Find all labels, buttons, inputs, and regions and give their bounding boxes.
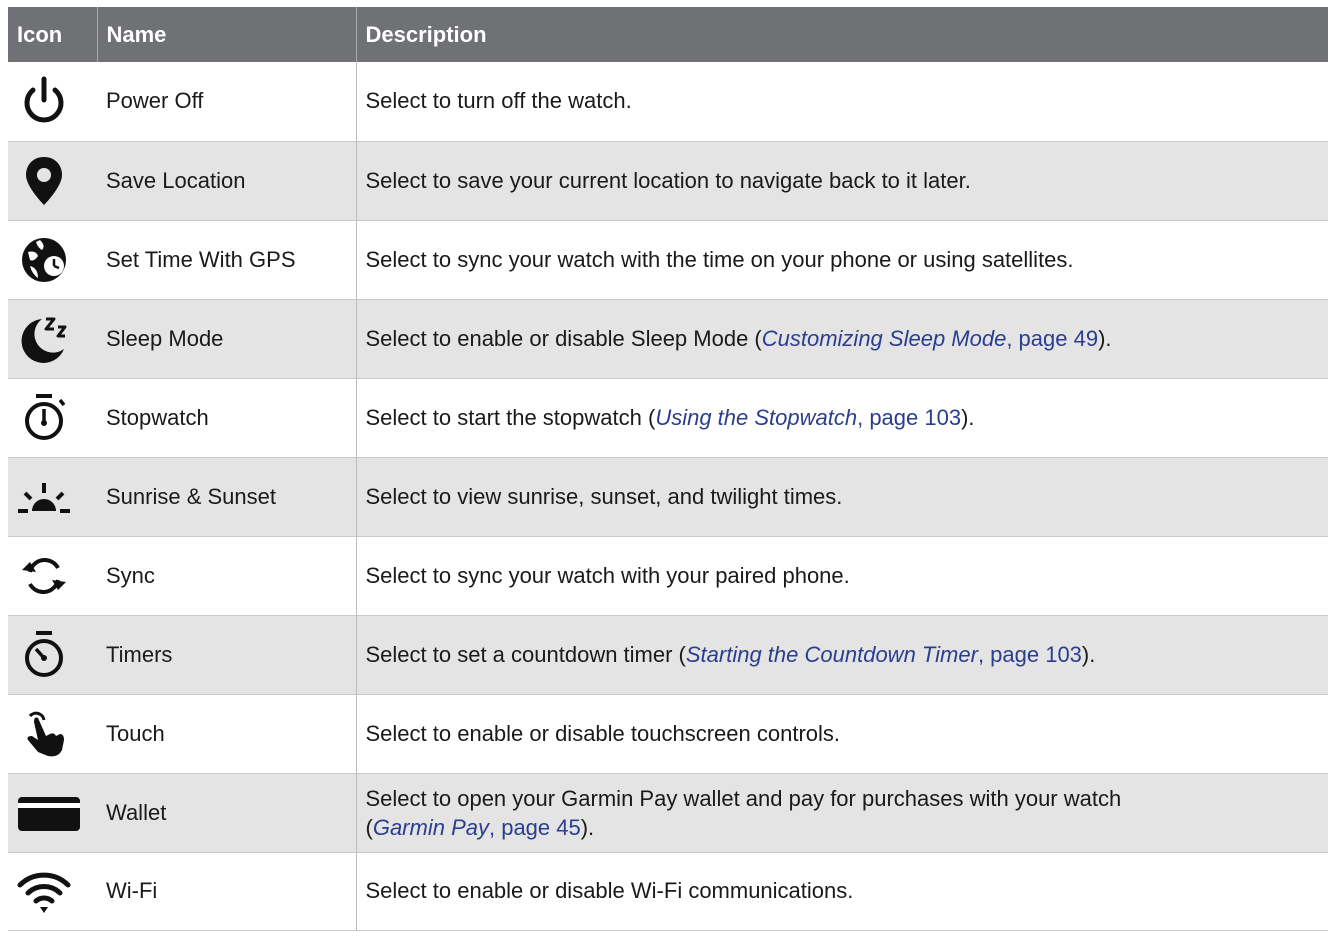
row-description: Select to start the stopwatch (Using the… <box>356 378 1328 458</box>
table-row: Sync Select to sync your watch with your… <box>8 536 1328 616</box>
page-reference-link[interactable]: Garmin Pay, page 45 <box>373 815 581 840</box>
row-description: Select to sync your watch with the time … <box>356 220 1328 300</box>
row-name: Save Location <box>97 141 357 221</box>
row-name: Wallet <box>97 773 357 853</box>
page-reference-link[interactable]: Customizing Sleep Mode, page 49 <box>762 326 1098 351</box>
row-name: Sync <box>97 536 357 616</box>
row-description: Select to enable or disable Wi-Fi commun… <box>356 852 1328 931</box>
globe-clock-icon <box>16 232 72 288</box>
table-row: Set Time With GPS Select to sync your wa… <box>8 220 1328 300</box>
row-name: Set Time With GPS <box>97 220 357 300</box>
row-name: Power Off <box>97 62 357 142</box>
row-description: Select to enable or disable Sleep Mode (… <box>356 299 1328 379</box>
table-row: Stopwatch Select to start the stopwatch … <box>8 378 1328 458</box>
row-description: Select to turn off the watch. <box>356 62 1328 142</box>
row-name: Sunrise & Sunset <box>97 457 357 537</box>
table-row: Save Location Select to save your curren… <box>8 141 1328 221</box>
page-reference-link[interactable]: Starting the Countdown Timer, page 103 <box>686 642 1082 667</box>
stopwatch-icon <box>16 390 72 446</box>
table-row: Timers Select to set a countdown timer (… <box>8 615 1328 695</box>
row-description: Select to view sunrise, sunset, and twil… <box>356 457 1328 537</box>
touch-hand-icon <box>16 706 72 762</box>
location-pin-icon <box>16 153 72 209</box>
sync-icon <box>16 548 72 604</box>
power-icon <box>16 73 72 129</box>
table-row: Power Off Select to turn off the watch. <box>8 62 1328 142</box>
row-description: Select to sync your watch with your pair… <box>356 536 1328 616</box>
header-description: Description <box>356 7 1328 62</box>
row-name: Sleep Mode <box>97 299 357 379</box>
header-name: Name <box>97 7 357 62</box>
table-row: Wi-Fi Select to enable or disable Wi-Fi … <box>8 852 1328 931</box>
header-row: Icon Name Description <box>8 7 1328 62</box>
controls-table: Icon Name Description Power Off Select t… <box>8 7 1328 931</box>
wifi-icon <box>16 863 72 919</box>
table-row: Wallet Select to open your Garmin Pay wa… <box>8 773 1328 853</box>
row-name: Timers <box>97 615 357 695</box>
row-name: Stopwatch <box>97 378 357 458</box>
wallet-card-icon <box>16 785 82 841</box>
page-reference-link[interactable]: Using the Stopwatch, page 103 <box>655 405 961 430</box>
table-row: Sleep Mode Select to enable or disable S… <box>8 299 1328 379</box>
row-description: Select to enable or disable touchscreen … <box>356 694 1328 774</box>
timer-icon <box>16 627 72 683</box>
row-description: Select to set a countdown timer (Startin… <box>356 615 1328 695</box>
sunrise-icon <box>16 469 72 525</box>
row-description: Select to save your current location to … <box>356 141 1328 221</box>
table-row: Touch Select to enable or disable touchs… <box>8 694 1328 774</box>
table-row: Sunrise & Sunset Select to view sunrise,… <box>8 457 1328 537</box>
row-name: Touch <box>97 694 357 774</box>
row-name: Wi-Fi <box>97 852 357 931</box>
header-icon: Icon <box>8 7 98 62</box>
moon-sleep-icon <box>16 311 72 367</box>
row-description: Select to open your Garmin Pay wallet an… <box>356 773 1328 853</box>
